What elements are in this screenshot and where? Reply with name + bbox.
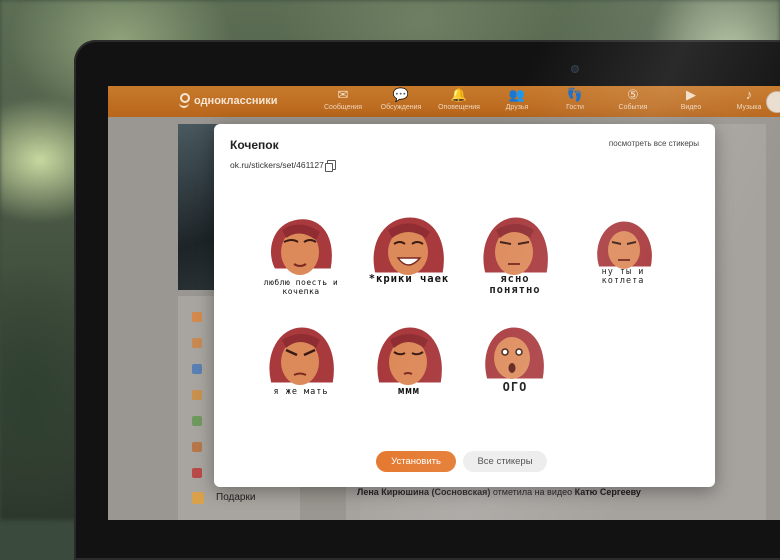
sticker-7[interactable]: ОГО	[472, 322, 558, 410]
sticker-caption: я же мать	[273, 387, 329, 397]
sticker-caption: ммм	[398, 385, 420, 397]
ok-logo-icon	[178, 93, 190, 108]
nav-label: События	[618, 104, 648, 111]
friends-icon: 👥	[508, 87, 526, 102]
friends-icon[interactable]	[192, 390, 202, 400]
sticker-caption: ОГО	[502, 380, 528, 394]
nav-messages[interactable]: ✉ Сообщения	[314, 87, 372, 112]
nav-events[interactable]: ⑤ События	[604, 87, 662, 112]
girl-face-illustration	[268, 216, 335, 275]
bell-icon: 🔔	[450, 87, 468, 102]
sticker-caption: *крики чаек	[368, 273, 450, 285]
sidebar-item-gifts[interactable]: Подарки	[216, 492, 255, 503]
view-all-stickers-link[interactable]: посмотреть все стикеры	[609, 139, 699, 148]
all-stickers-button[interactable]: Все стикеры	[463, 451, 547, 472]
sticker-3[interactable]: ясно понятно	[472, 212, 558, 300]
site-header: одноклассники ✉ Сообщения 💬 Обсуждения 🔔…	[108, 86, 780, 117]
set-url: ok.ru/stickers/set/461127	[230, 160, 324, 170]
nav-label: Гости	[566, 104, 584, 111]
girl-face-illustration	[374, 324, 445, 386]
sticker-5[interactable]: я же мать	[258, 322, 344, 410]
webcam-dot	[572, 66, 578, 72]
feed-icon[interactable]	[192, 338, 202, 348]
modal-title: Кочепок	[230, 138, 279, 152]
feed-actor-link[interactable]: Лена Кирюшина (Сосновская)	[357, 487, 490, 497]
profile-icon[interactable]	[192, 312, 202, 322]
girl-face-illustration	[266, 324, 337, 386]
nav-label: Сообщения	[324, 104, 362, 111]
feed-target-link[interactable]: Катю Сергееву	[575, 487, 641, 497]
events-icon: ⑤	[627, 87, 639, 102]
nav-label: Оповещения	[438, 104, 480, 111]
nav-label: Музыка	[736, 104, 762, 111]
nav-guests[interactable]: 👣 Гости	[546, 87, 604, 112]
nav-discussions[interactable]: 💬 Обсуждения	[372, 87, 430, 112]
settings-icon[interactable]	[192, 364, 202, 374]
photos-icon[interactable]	[192, 416, 202, 426]
sticker-caption: ну ты и котлета	[601, 267, 645, 286]
sticker-caption: ясно понятно	[489, 273, 541, 296]
footprints-icon: 👣	[566, 87, 584, 102]
nav-notifications[interactable]: 🔔 Оповещения	[430, 87, 488, 112]
logo-text: одноклассники	[194, 94, 278, 107]
video-camera-icon: ▶	[686, 87, 696, 102]
feed-item-text: Лена Кирюшина (Сосновская) отметила на в…	[357, 487, 641, 497]
envelope-icon: ✉	[337, 87, 349, 102]
nav-video[interactable]: ▶ Видео	[662, 87, 720, 112]
sticker-caption: люблю поесть и кочепка	[263, 278, 339, 296]
install-button[interactable]: Установить	[376, 451, 456, 472]
copy-icon[interactable]	[325, 160, 336, 172]
sticker-1[interactable]: люблю поесть и кочепка	[258, 212, 344, 300]
site-logo[interactable]: одноклассники	[178, 93, 278, 108]
feed-action: отметила на видео	[490, 487, 575, 497]
sticker-2[interactable]: *крики чаек	[366, 212, 452, 300]
nav-label: Видео	[680, 104, 702, 111]
groups-icon[interactable]	[192, 442, 202, 452]
header-nav: ✉ Сообщения 💬 Обсуждения 🔔 Оповещения 👥 …	[314, 87, 778, 112]
sticker-6[interactable]: ммм	[366, 322, 452, 410]
nav-label: Друзья	[505, 104, 529, 111]
chat-icon: 💬	[392, 87, 410, 102]
music-note-icon: ♪	[745, 87, 753, 102]
sticker-set-modal: Кочепок посмотреть все стикеры ok.ru/sti…	[214, 124, 715, 487]
nav-label: Обсуждения	[380, 104, 422, 111]
sticker-4[interactable]: ну ты и котлета	[580, 212, 666, 300]
games-icon[interactable]	[192, 468, 202, 478]
nav-friends[interactable]: 👥 Друзья	[488, 87, 546, 112]
gift-icon	[192, 492, 204, 504]
